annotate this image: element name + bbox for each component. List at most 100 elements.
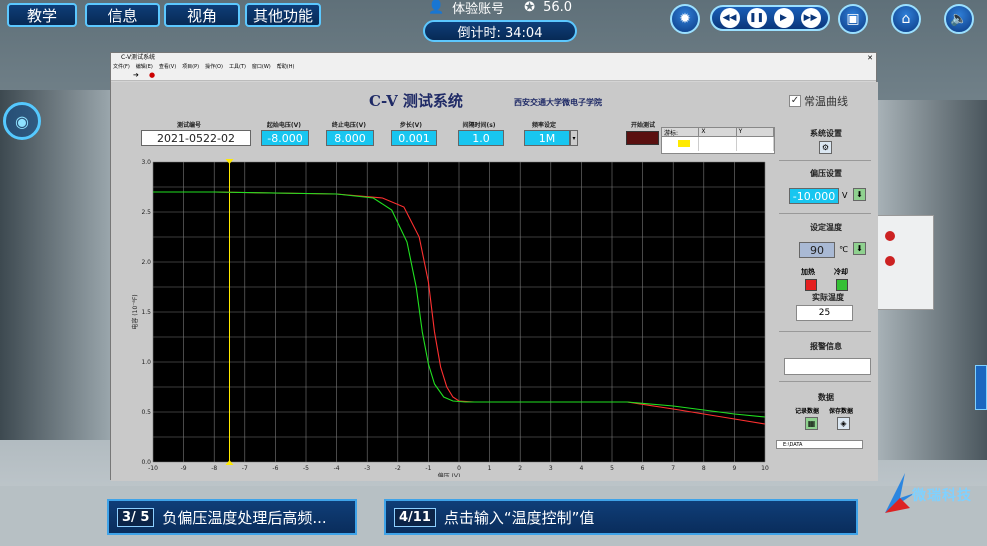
system-settings-button[interactable]: ⚙ xyxy=(819,141,832,154)
logo-text: 微瑞科技 xyxy=(912,488,972,504)
frequency-select[interactable]: 1M xyxy=(524,130,570,146)
menu-file[interactable]: 文件(F) xyxy=(113,63,130,71)
divider xyxy=(779,381,871,382)
menu-help[interactable]: 帮助(H) xyxy=(277,63,295,71)
temp-apply-button[interactable]: ⬇ xyxy=(853,242,866,255)
heat-toggle[interactable] xyxy=(805,279,817,291)
chevron-down-icon[interactable]: ▾ xyxy=(570,130,578,146)
system-title: C-V 测试系统 xyxy=(369,92,463,110)
download-arrow-icon: ⬇ xyxy=(856,244,863,253)
interval-field[interactable]: 1.0 xyxy=(458,130,504,146)
y-tick-label: 1.0 xyxy=(141,359,151,366)
actual-temp-value: 25 xyxy=(796,305,853,321)
x-tick-label: 3 xyxy=(549,465,553,472)
system-settings-label: 系统设置 xyxy=(810,129,842,138)
start-voltage-field[interactable]: -8.000 xyxy=(261,130,309,146)
set-temp-field[interactable]: 90 xyxy=(799,242,835,258)
y-tick-label: 1.5 xyxy=(141,309,151,316)
task-progress-badge: 4/11 xyxy=(394,507,436,527)
volume-button[interactable]: 🔈 xyxy=(944,4,974,34)
nav-info-button[interactable]: 信息 xyxy=(85,3,160,27)
test-id-label: 测试编号 xyxy=(176,122,201,129)
end-voltage-field[interactable]: 8.000 xyxy=(326,130,374,146)
alarm-label: 报警信息 xyxy=(810,342,842,351)
cursor-table: 游标: X Y xyxy=(661,127,775,154)
step-label: 步长(V) xyxy=(399,122,423,129)
x-header: X xyxy=(699,128,737,136)
nav-more-button[interactable]: 其他功能 xyxy=(245,3,321,27)
x-tick-label: 10 xyxy=(761,465,769,472)
step-field[interactable]: 0.001 xyxy=(391,130,437,146)
pause-button[interactable]: ❚❚ xyxy=(746,8,767,28)
menu-bar: 文件(F) 编辑(E) 查看(V) 项目(P) 操作(O) 工具(T) 窗口(W… xyxy=(111,63,876,71)
y-tick-label: 2.0 xyxy=(141,259,151,266)
gear-icon: ⚙ xyxy=(821,143,830,152)
x-tick-label: 2 xyxy=(518,465,522,472)
view-toggle-button[interactable]: ◉ xyxy=(3,102,41,140)
x-tick-label: -3 xyxy=(364,465,370,472)
rewind-button[interactable]: ◀◀ xyxy=(719,8,740,28)
x-tick-label: -7 xyxy=(242,465,248,472)
stop-icon[interactable]: ● xyxy=(149,71,155,79)
end-voltage-label: 终止电压(V) xyxy=(331,122,367,129)
nav-teaching-button[interactable]: 教学 xyxy=(7,3,77,27)
bias-unit: V xyxy=(842,191,848,200)
bias-apply-button[interactable]: ⬇ xyxy=(853,188,866,201)
x-tick-label: 1 xyxy=(488,465,492,472)
menu-operate[interactable]: 操作(O) xyxy=(205,63,223,71)
cool-toggle[interactable] xyxy=(836,279,848,291)
cool-label: 冷却 xyxy=(834,268,848,276)
menu-edit[interactable]: 编辑(E) xyxy=(136,63,153,71)
save-data-button[interactable]: ◈ xyxy=(837,417,850,430)
temp-unit: ℃ xyxy=(839,245,848,254)
menu-tools[interactable]: 工具(T) xyxy=(229,63,246,71)
home-icon: ⌂ xyxy=(901,11,911,27)
side-expand-tab[interactable] xyxy=(975,365,987,410)
constant-temp-checkbox[interactable]: ✓ 常温曲线 xyxy=(789,93,848,109)
task-text: 点击输入“温度控制”值 xyxy=(443,508,595,527)
user-icon: 👤 xyxy=(427,0,445,15)
start-test-label: 开始测试 xyxy=(630,122,655,129)
light-bulb-icon: ✹ xyxy=(679,11,691,27)
close-icon[interactable]: ✕ xyxy=(867,53,873,63)
set-temp-label: 设定温度 xyxy=(810,223,842,232)
start-test-button[interactable] xyxy=(626,131,659,145)
alarm-field xyxy=(784,358,871,375)
nav-view-button[interactable]: 视角 xyxy=(164,3,240,27)
lab-instrument xyxy=(876,215,934,310)
x-tick-label: 7 xyxy=(671,465,675,472)
x-tick-label: -2 xyxy=(395,465,401,472)
x-axis-title: 偏压 (V) xyxy=(438,472,461,477)
front-panel: C-V 测试系统 西安交通大学微电子学院 ✓ 常温曲线 测试编号 2021-05… xyxy=(111,82,878,481)
play-button[interactable]: ▶ xyxy=(773,8,794,28)
test-id-field[interactable]: 2021-0522-02 xyxy=(141,130,251,146)
record-data-button[interactable]: ▦ xyxy=(805,417,818,430)
download-arrow-icon: ⬇ xyxy=(856,190,863,199)
task-item-current[interactable]: 3/ 5 负偏压温度处理后高频... xyxy=(107,499,357,535)
countdown-timer: 倒计时: 34:04 xyxy=(423,20,577,42)
run-arrow-icon[interactable]: ➔ xyxy=(133,71,139,79)
actual-temp-label: 实际温度 xyxy=(812,293,844,302)
task-item-next[interactable]: 4/11 点击输入“温度控制”值 xyxy=(384,499,858,535)
cv-chart: -10 -9 -8 -7 -6 -5 -4 -3 -2 -1 0 1 2 3 4 5 6 7 8 9 10 0.0 0.5 1… xyxy=(131,157,771,480)
menu-window[interactable]: 窗口(W) xyxy=(252,63,271,71)
checkbox-mark[interactable]: ✓ xyxy=(789,95,801,107)
y-tick-label: 0.5 xyxy=(141,409,151,416)
light-bulb-button[interactable]: ✹ xyxy=(670,4,700,34)
bias-settings-label: 偏压设置 xyxy=(810,169,842,178)
menu-view[interactable]: 查看(V) xyxy=(159,63,176,71)
bias-voltage-field[interactable]: -10.000 xyxy=(789,188,839,204)
speaker-icon: 🔈 xyxy=(950,11,968,27)
x-tick-label: -1 xyxy=(425,465,431,472)
menu-project[interactable]: 项目(P) xyxy=(182,63,199,71)
fast-forward-button[interactable]: ▶▶ xyxy=(800,8,821,28)
home-button[interactable]: ⌂ xyxy=(891,4,921,34)
eye-icon: ◉ xyxy=(15,111,29,131)
data-label: 数据 xyxy=(818,393,834,402)
interval-label: 间隔时间(s) xyxy=(462,122,496,129)
start-voltage-label: 起始电压(V) xyxy=(266,122,302,129)
cursor-x-value xyxy=(699,137,737,151)
data-path-field[interactable]: E:\DATA xyxy=(776,440,863,449)
notes-button[interactable]: ▣ xyxy=(838,4,868,34)
heat-label: 加热 xyxy=(801,268,815,276)
